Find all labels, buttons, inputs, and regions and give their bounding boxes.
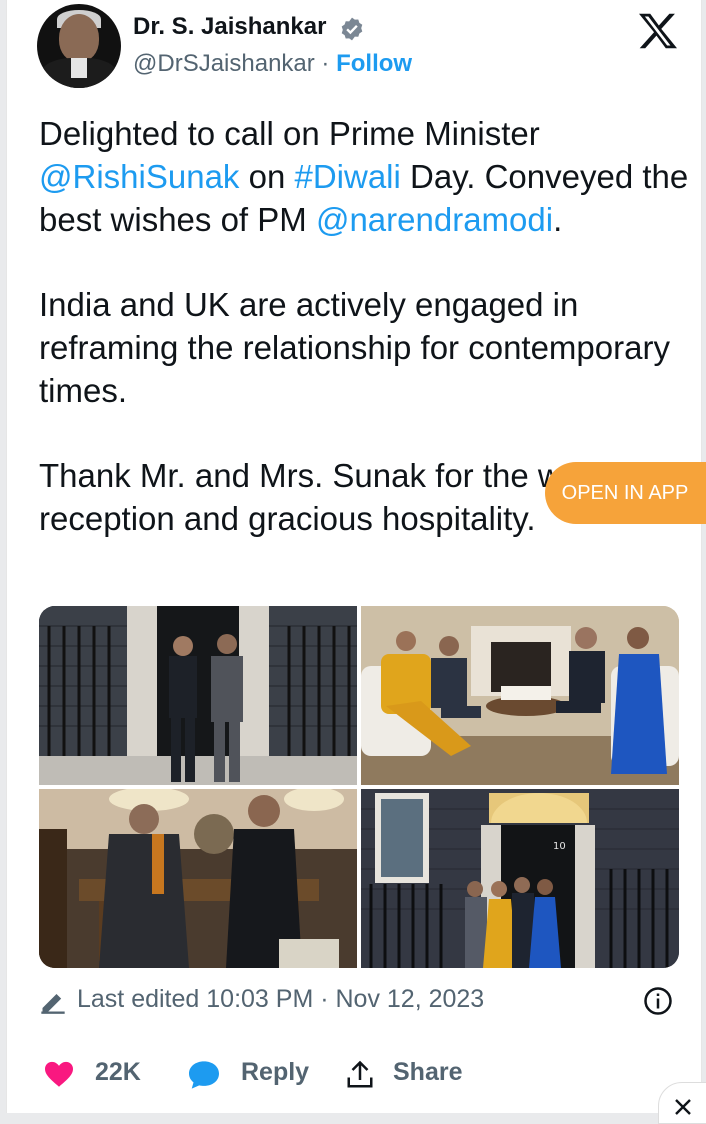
tweet-paragraph-1: Delighted to call on Prime Minister @Ris…	[39, 115, 689, 238]
verified-badge-icon	[341, 17, 363, 41]
door-number: 10	[553, 841, 566, 852]
photo-handshake[interactable]	[39, 606, 357, 785]
close-icon	[675, 1099, 691, 1115]
open-in-app-button[interactable]: OPEN IN APP	[545, 462, 706, 524]
separator: ·	[314, 50, 337, 77]
close-button[interactable]	[658, 1082, 706, 1124]
reply-button[interactable]: Reply	[187, 1052, 317, 1096]
display-name[interactable]: Dr. S. Jaishankar	[133, 13, 326, 41]
last-edited-timestamp[interactable]: Last edited 10:03 PM · Nov 12, 2023	[77, 985, 484, 1014]
reply-label: Reply	[241, 1058, 310, 1086]
tweet-card: Dr. S. Jaishankar @DrSJaishankar · Follo…	[6, 0, 706, 1113]
photo-number-10-group[interactable]: 10	[361, 789, 679, 968]
photo-sitting-room[interactable]	[361, 606, 679, 785]
tweet-paragraph-2: India and UK are actively engaged in ref…	[39, 286, 670, 409]
handle-line: @DrSJaishankar · Follow	[133, 50, 412, 78]
photo-indoor-meeting[interactable]	[39, 789, 357, 968]
reply-bubble-icon	[189, 1061, 219, 1089]
hashtag-diwali[interactable]: #Diwali	[294, 158, 400, 195]
share-label: Share	[393, 1058, 463, 1086]
pencil-icon	[41, 994, 65, 1014]
share-button[interactable]: Share	[343, 1052, 473, 1096]
like-button[interactable]: 22K	[43, 1052, 153, 1096]
media-grid: 10	[39, 606, 679, 968]
info-icon[interactable]	[643, 986, 673, 1016]
share-icon	[347, 1060, 373, 1088]
avatar[interactable]	[37, 4, 121, 88]
mention-rishisunak[interactable]: @RishiSunak	[39, 158, 239, 195]
like-count: 22K	[95, 1058, 141, 1086]
heart-icon	[45, 1061, 73, 1087]
x-logo-icon[interactable]	[637, 12, 679, 50]
follow-button[interactable]: Follow	[336, 50, 412, 77]
mention-narendramodi[interactable]: @narendramodi	[316, 201, 553, 238]
user-handle[interactable]: @DrSJaishankar	[133, 50, 315, 77]
